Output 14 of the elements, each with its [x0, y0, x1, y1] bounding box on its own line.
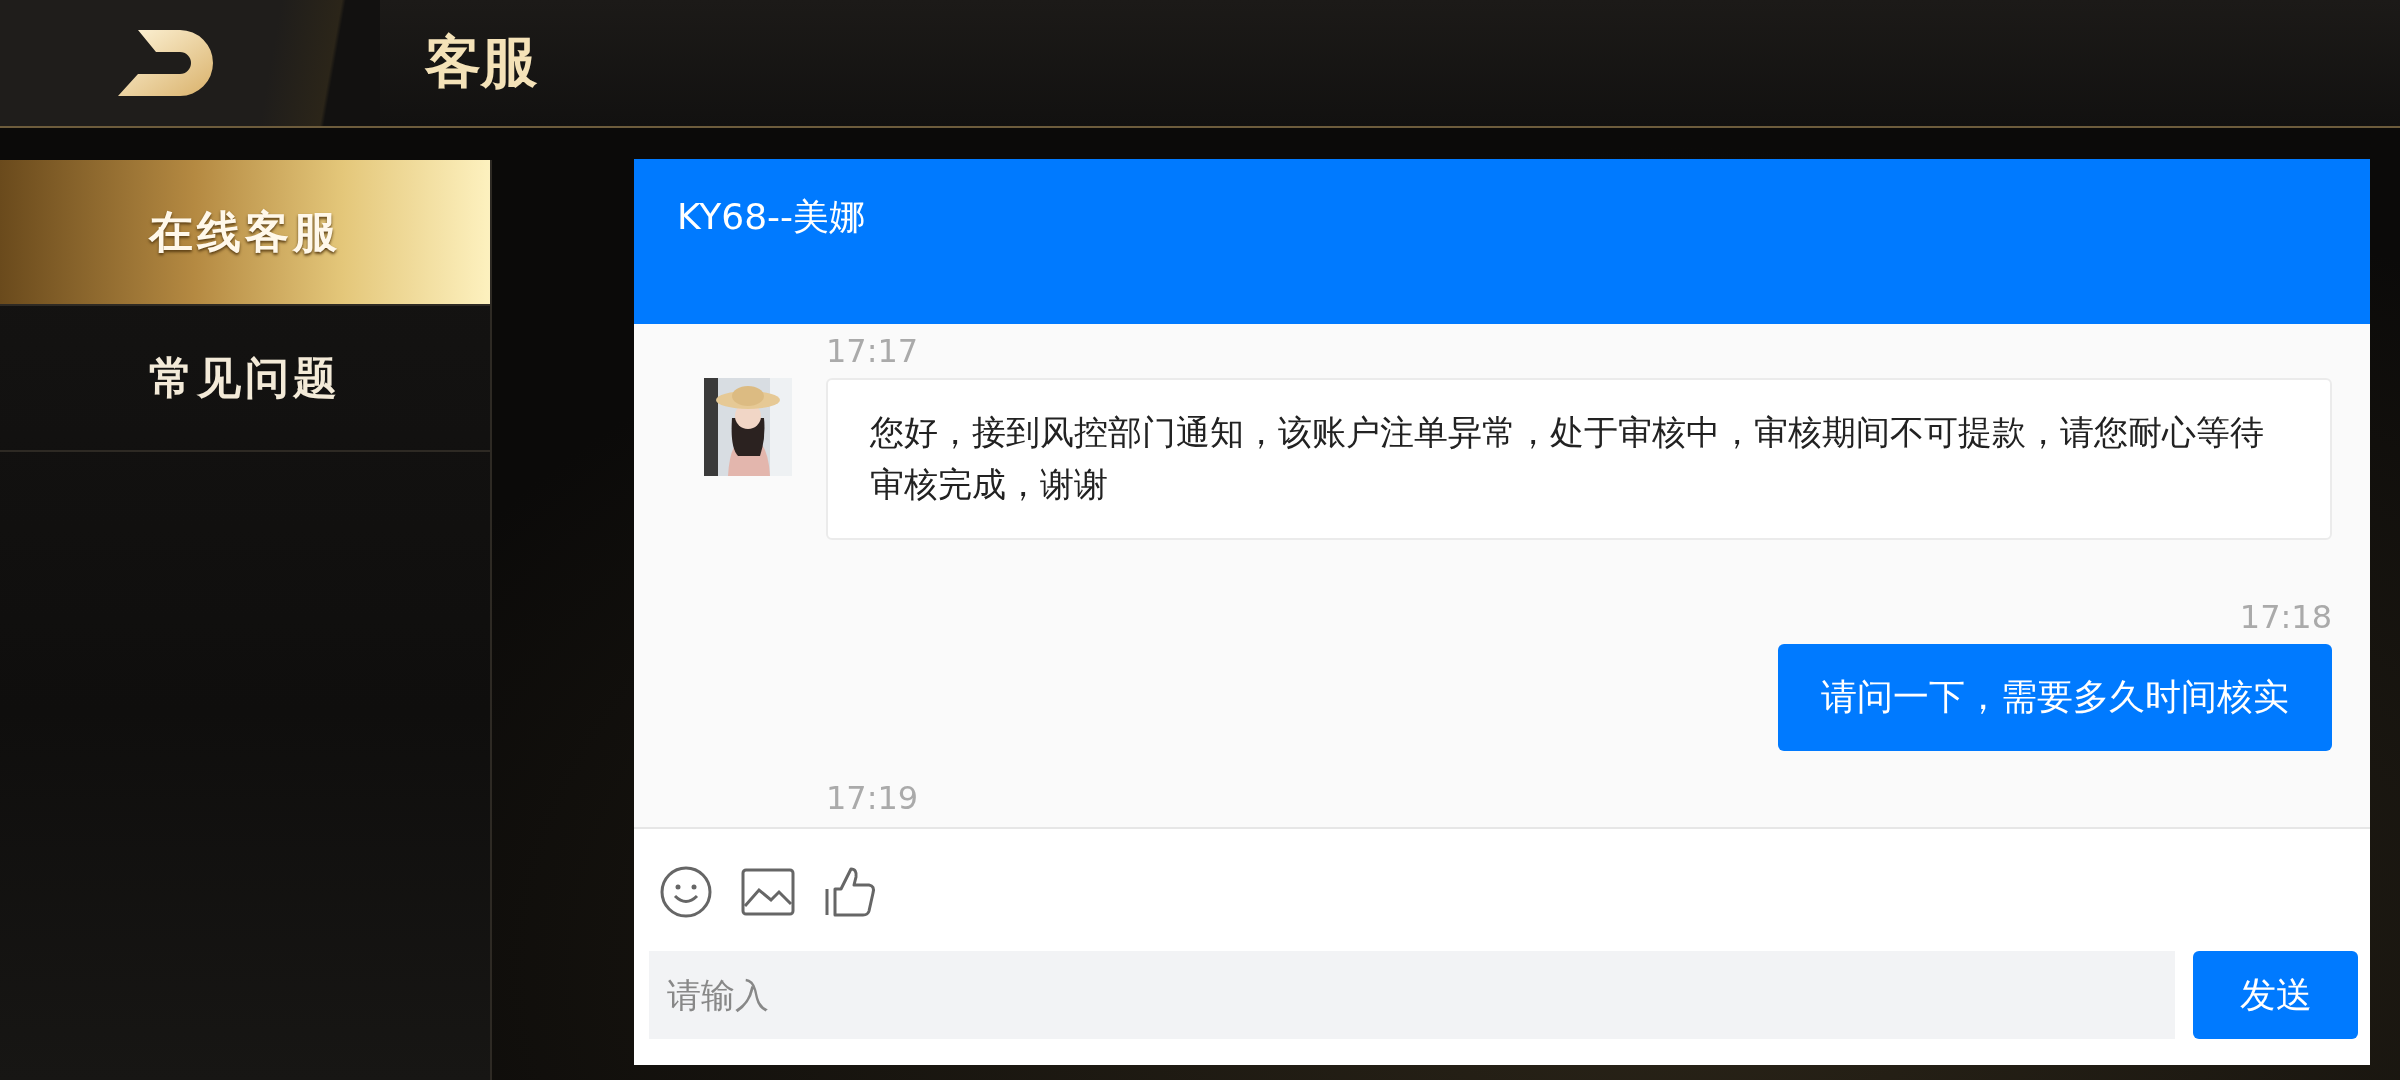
message-bubble: 您好，接到风控部门通知，该账户注单异常，处于审核中，审核期间不可提款，请您耐心等待审核完成，谢谢 [826, 378, 2332, 540]
timestamp: 17:17 [826, 332, 919, 370]
emoji-icon[interactable] [659, 865, 713, 919]
chat-title: KY68--美娜 [677, 195, 866, 239]
send-button[interactable]: 发送 [2193, 951, 2358, 1039]
timestamp: 17:19 [826, 779, 919, 817]
message-bubble: 请问一下，需要多久时间核实 [1778, 644, 2332, 751]
sidebar-item[interactable]: 常见问题 [0, 306, 490, 452]
sidebar-item[interactable]: 在线客服 [0, 160, 490, 306]
message-input[interactable]: 请输入 [649, 951, 2175, 1039]
page-title: 客服 [425, 28, 537, 96]
timestamp: 17:18 [2239, 598, 2332, 636]
image-icon[interactable] [741, 868, 795, 916]
thumbs-up-icon[interactable] [823, 865, 877, 919]
